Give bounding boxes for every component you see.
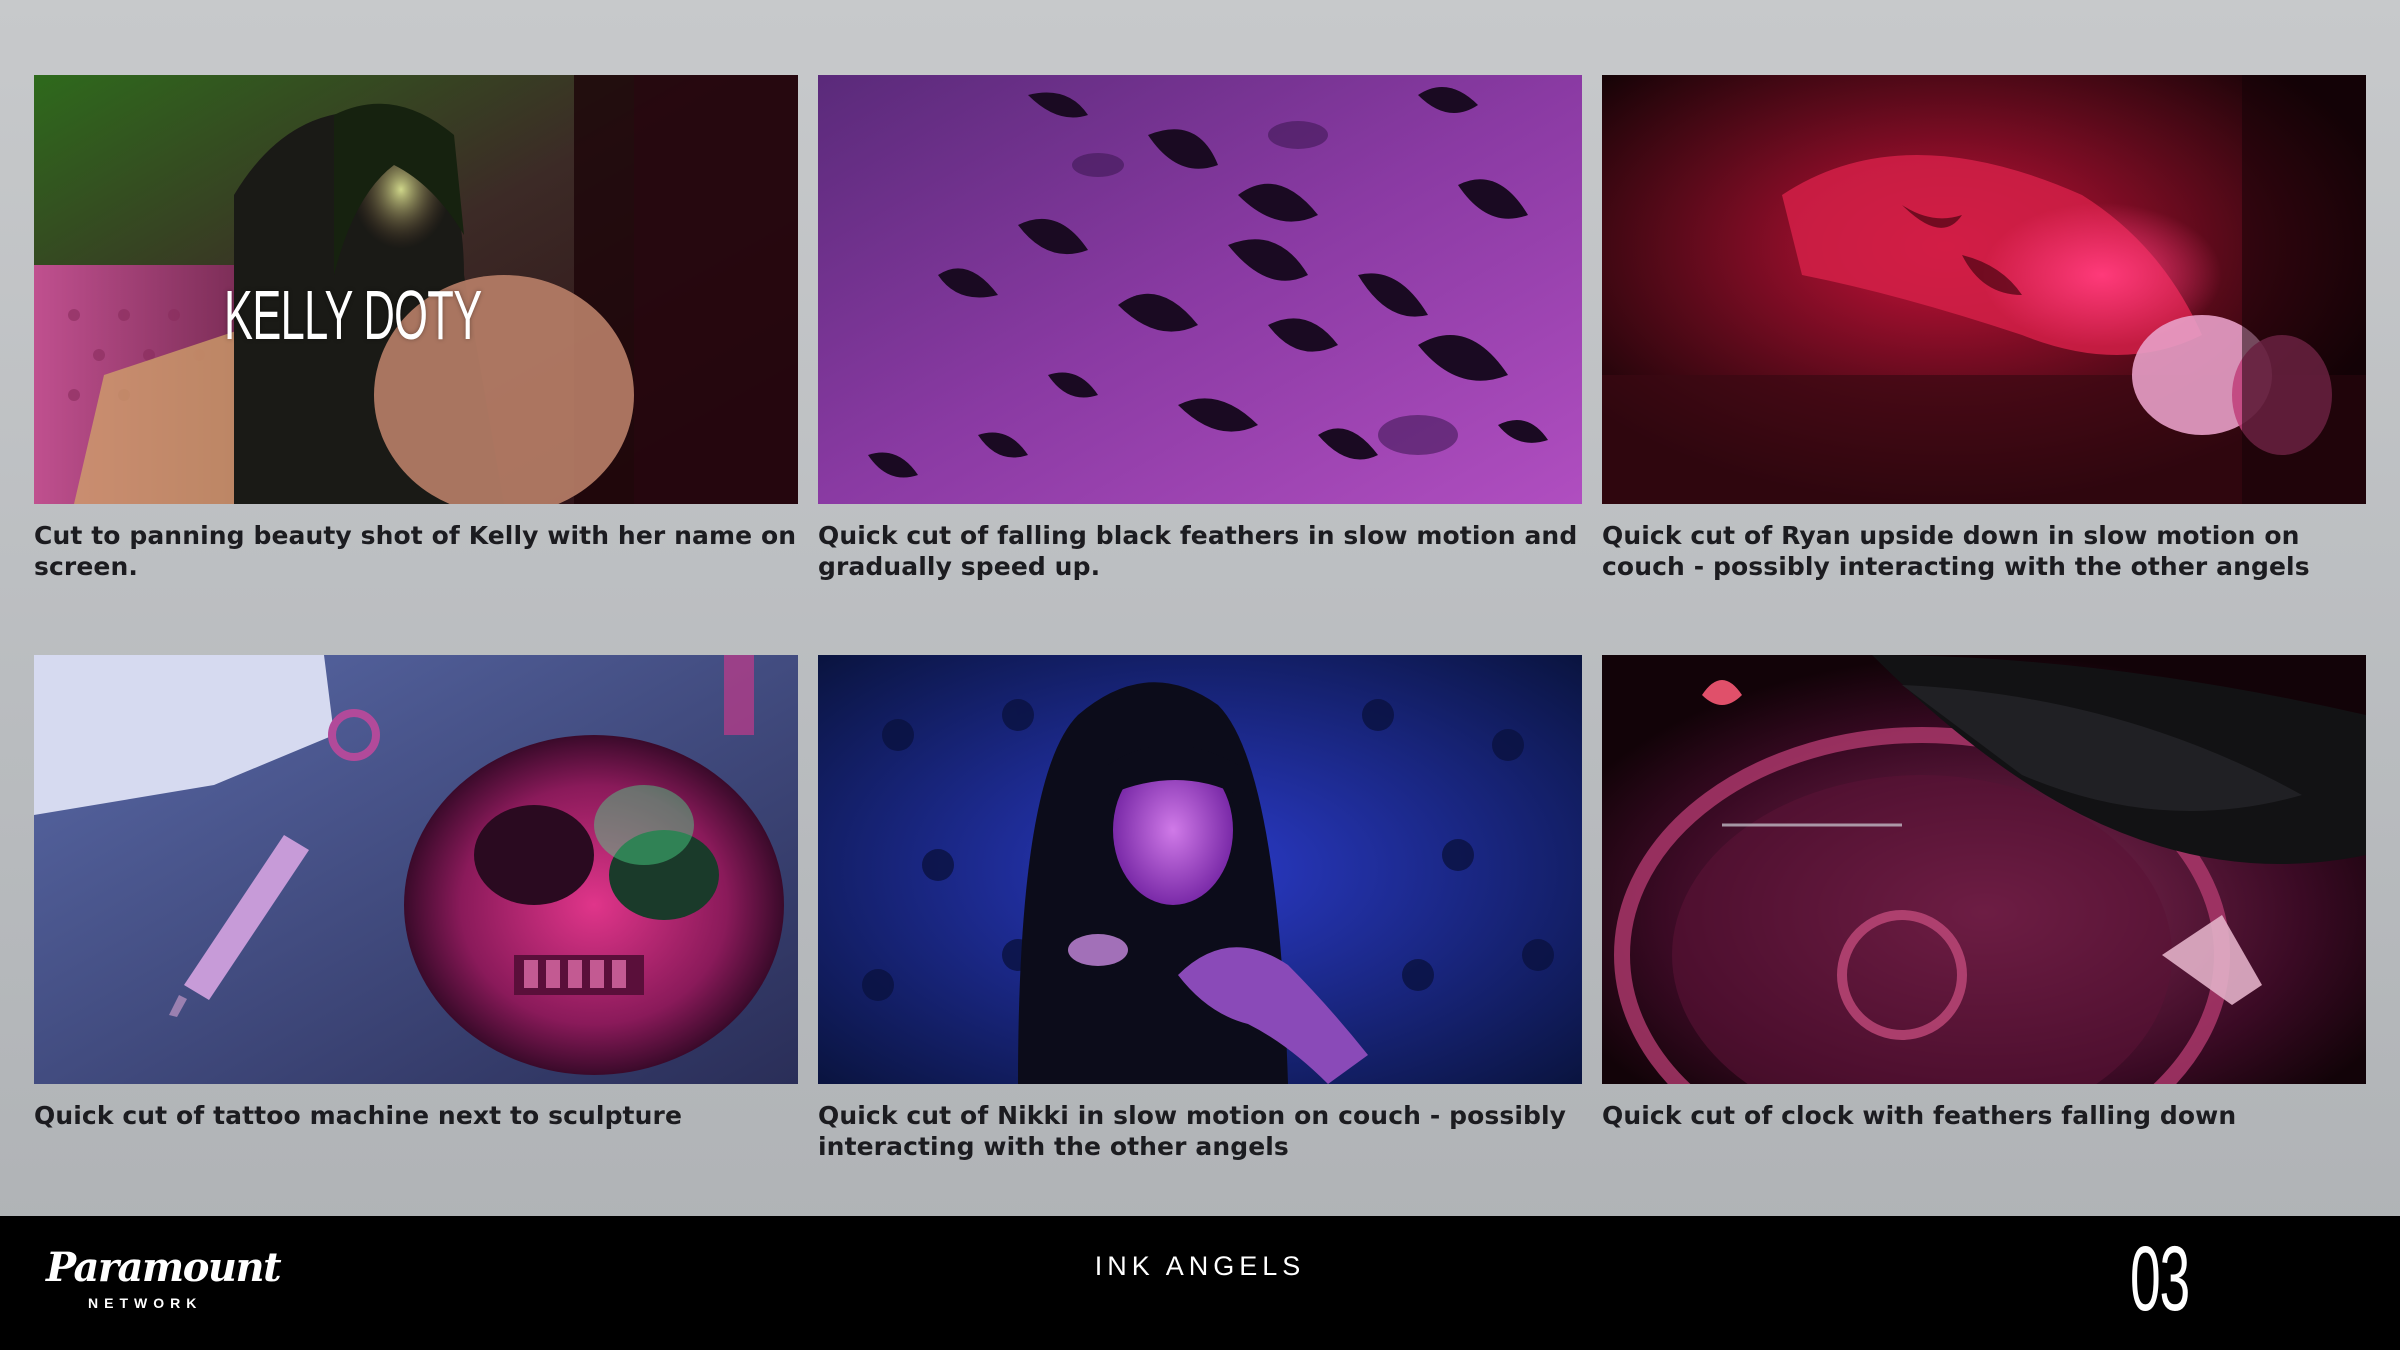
storyboard-shot-5: Quick cut of Nikki in slow motion on cou… [818,655,1582,1162]
storyboard-shot-2: Quick cut of falling black feathers in s… [818,75,1582,582]
shot-2-caption: Quick cut of falling black feathers in s… [818,521,1578,581]
ryan-upside-down-image [1602,75,2366,504]
shot-1-image: KELLY DOTY [34,75,798,504]
tattoo-machine-skull-image [34,655,798,1084]
shot-1-caption: Cut to panning beauty shot of Kelly with… [34,521,797,581]
footer-bar: Paramount NETWORK INK ANGELS 03 [0,1216,2400,1350]
page-number: 03 [2130,1228,2190,1330]
falling-feathers-image [818,75,1582,504]
shot-5-caption: Quick cut of Nikki in slow motion on cou… [818,1101,1567,1161]
paramount-wordmark: Paramount [46,1244,282,1291]
shot-4-image [34,655,798,1084]
storyboard-shot-1: KELLY DOTY Cut to panning beauty shot of… [34,75,798,582]
clock-feathers-image [1602,655,2366,1084]
shot-6-image [1602,655,2366,1084]
show-title: INK ANGELS [1094,1251,1306,1281]
shot-4-caption: Quick cut of tattoo machine next to scul… [34,1101,682,1130]
network-wordmark: NETWORK [88,1295,203,1311]
storyboard-shot-6: Quick cut of clock with feathers falling… [1602,655,2366,1131]
nikki-on-couch-image [818,655,1582,1084]
storyboard-shot-3: Quick cut of Ryan upside down in slow mo… [1602,75,2366,582]
shot-3-image [1602,75,2366,504]
paramount-network-logo: Paramount NETWORK [46,1240,282,1330]
shot-3-caption: Quick cut of Ryan upside down in slow mo… [1602,521,2310,581]
shot-2-image [818,75,1582,504]
storyboard-grid: KELLY DOTY Cut to panning beauty shot of… [0,0,2400,1216]
shot-5-image [818,655,1582,1084]
kelly-doty-name-overlay: KELLY DOTY [224,276,482,354]
shot-6-caption: Quick cut of clock with feathers falling… [1602,1101,2237,1130]
storyboard-shot-4: Quick cut of tattoo machine next to scul… [34,655,798,1131]
